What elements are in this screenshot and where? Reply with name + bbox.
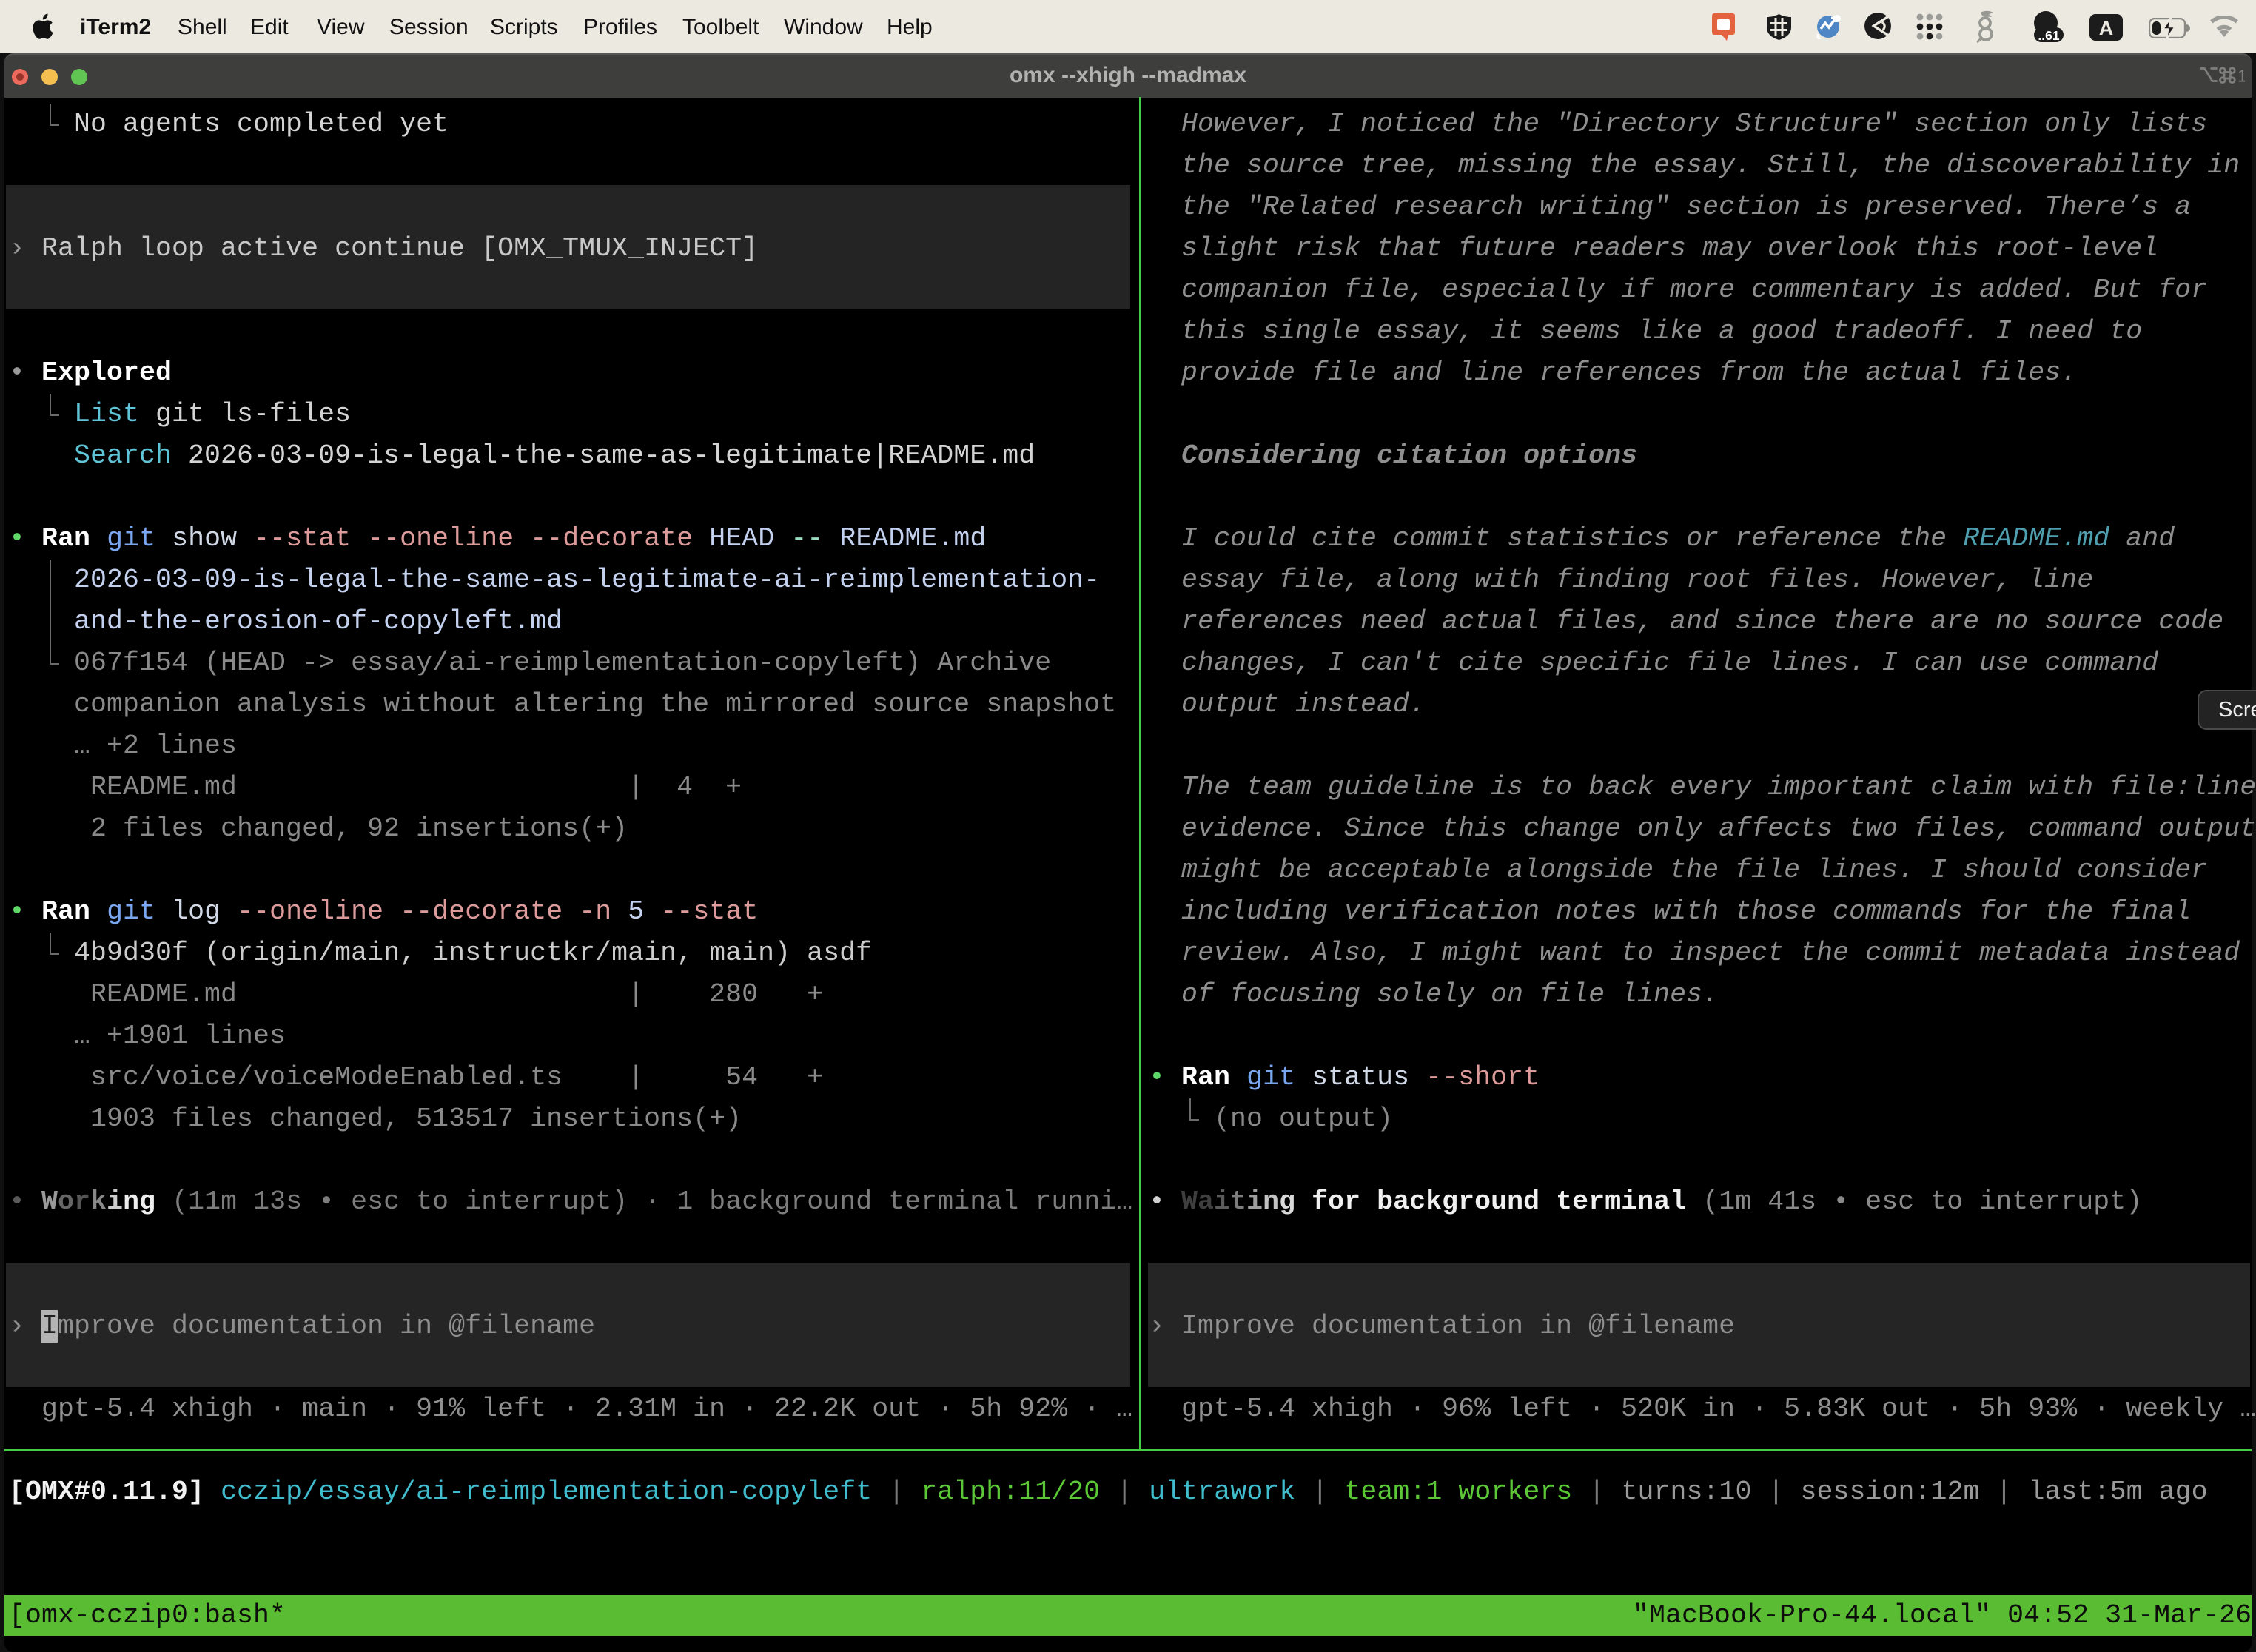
svg-text:..61: ..61 — [2038, 28, 2059, 42]
svg-text:1: 1 — [2237, 67, 2245, 86]
svg-text:A: A — [2099, 17, 2114, 39]
